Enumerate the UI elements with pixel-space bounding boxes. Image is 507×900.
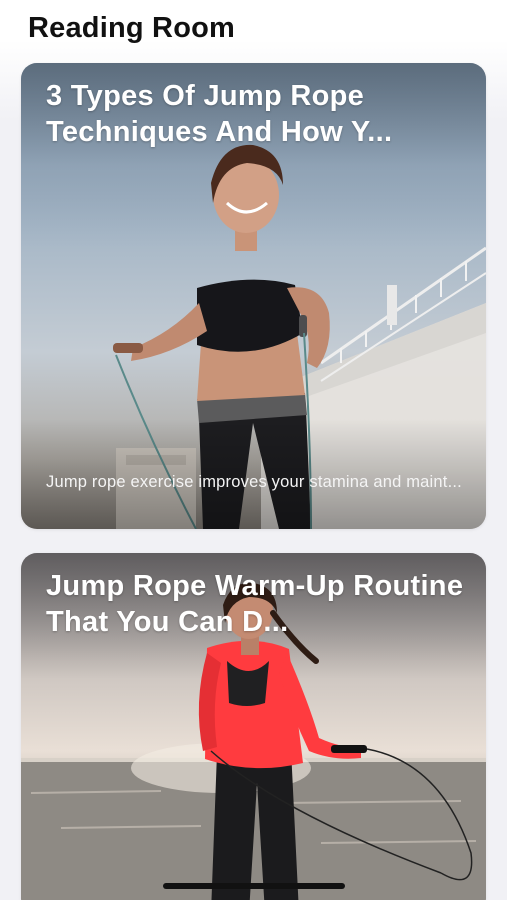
article-excerpt: Jump rope exercise improves your stamina… (46, 473, 462, 491)
home-indicator[interactable] (163, 883, 345, 889)
reading-room-screen: Reading Room 3 Types Of Jump Rope Techni… (0, 0, 507, 900)
article-card-1[interactable]: 3 Types Of Jump Rope Techniques And How … (21, 63, 486, 529)
article-title: Jump Rope Warm-Up Routine That You Can D… (46, 570, 464, 638)
article-title: 3 Types Of Jump Rope Techniques And How … (46, 80, 393, 148)
page-title: Reading Room (28, 12, 236, 44)
article-card-2[interactable]: Jump Rope Warm-Up Routine That You Can D… (21, 553, 486, 900)
